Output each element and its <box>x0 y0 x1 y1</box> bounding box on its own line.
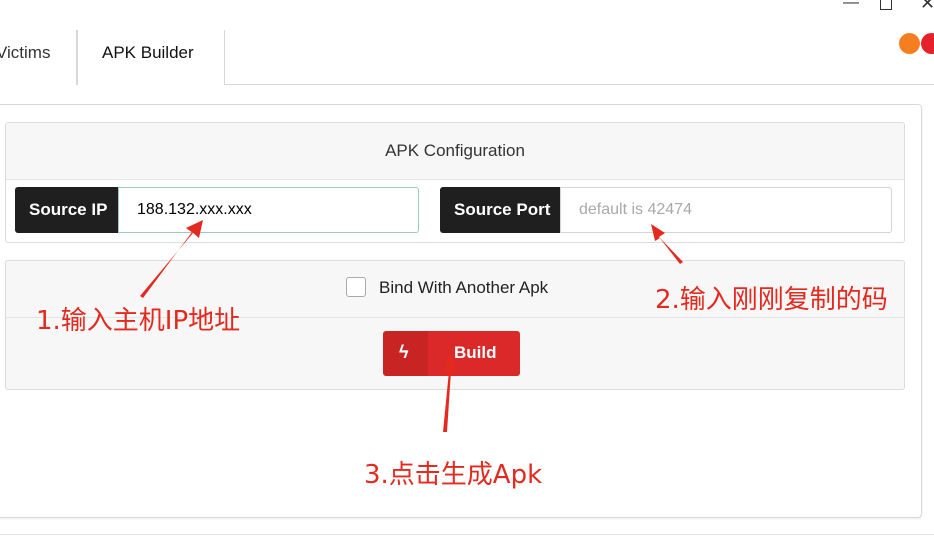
bind-apk-checkbox[interactable] <box>346 277 366 297</box>
source-port-input[interactable] <box>560 187 892 233</box>
annotation-step-2: 2.输入刚刚复制的码 <box>655 285 888 315</box>
tab-divider <box>224 84 934 85</box>
tab-victims[interactable]: Victims <box>0 30 77 85</box>
source-port-label: Source Port <box>440 187 560 233</box>
tab-apk-builder-label: APK Builder <box>102 43 194 62</box>
config-header: APK Configuration <box>6 123 904 180</box>
tab-victims-label: Victims <box>0 43 51 62</box>
annotation-step-3: 3.点击生成Apk <box>364 460 543 490</box>
tab-apk-builder[interactable]: APK Builder <box>77 30 225 85</box>
annotation-step-1: 1.输入主机IP地址 <box>36 306 241 336</box>
status-dot-orange <box>899 33 920 54</box>
source-ip-label: Source IP <box>15 187 118 233</box>
bottom-divider <box>0 534 934 535</box>
tab-bar: Victims APK Builder <box>0 0 934 85</box>
build-button-label: Build <box>454 343 497 362</box>
config-title: APK Configuration <box>385 141 525 160</box>
lightning-icon: ϟ <box>399 342 409 362</box>
build-button[interactable]: ϟ Build <box>383 331 520 376</box>
bind-apk-label[interactable]: Bind With Another Apk <box>379 278 548 298</box>
source-ip-input[interactable] <box>118 187 419 233</box>
